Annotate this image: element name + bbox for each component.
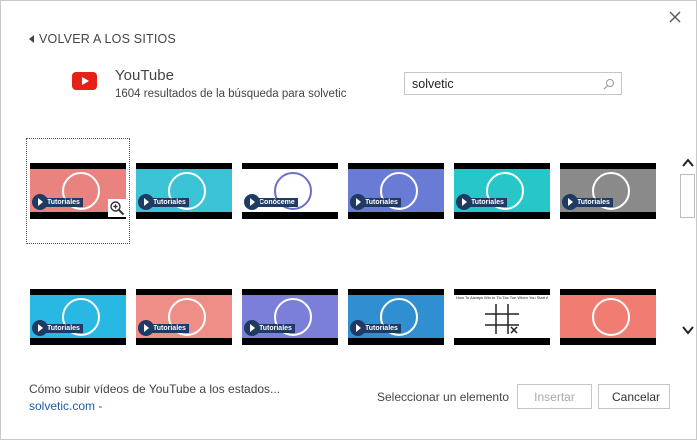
category-badge: Tutoriales: [138, 320, 189, 336]
play-icon: [562, 194, 578, 210]
category-badge: Tutoriales: [562, 194, 613, 210]
video-thumbnail[interactable]: Conóceme: [242, 163, 338, 219]
video-source-link[interactable]: solvetic.com -: [29, 399, 102, 413]
play-icon: [138, 320, 154, 336]
category-badge: Tutoriales: [138, 194, 189, 210]
play-icon: [32, 320, 48, 336]
youtube-icon: [72, 72, 97, 90]
badge-label: Tutoriales: [363, 197, 401, 207]
video-thumbnail[interactable]: [560, 289, 656, 345]
search-input[interactable]: [412, 76, 592, 91]
video-thumbnail[interactable]: Tutoriales: [348, 289, 444, 345]
badge-label: Tutoriales: [469, 197, 507, 207]
cancel-button[interactable]: Cancelar: [598, 384, 670, 409]
search-icon[interactable]: [603, 78, 615, 90]
scrollbar-thumb[interactable]: [680, 174, 695, 218]
badge-label: Tutoriales: [45, 323, 83, 333]
badge-label: Tutoriales: [575, 197, 613, 207]
video-thumbnail[interactable]: Tutoriales: [30, 289, 126, 345]
badge-label: Conóceme: [257, 197, 298, 207]
video-thumbnail[interactable]: Tutoriales: [136, 289, 232, 345]
thumbnail-illustration: [482, 298, 520, 336]
video-thumbnail[interactable]: Tutoriales: [560, 163, 656, 219]
thumbnail-image: [560, 295, 656, 338]
back-to-sites-link[interactable]: VOLVER A LOS SITIOS: [29, 32, 176, 46]
badge-label: Tutoriales: [151, 197, 189, 207]
play-icon: [138, 194, 154, 210]
badge-label: Tutoriales: [151, 323, 189, 333]
chevron-left-icon: [29, 35, 34, 43]
thumbnail-image: How To Always Win In Tic Tac Toe When Yo…: [454, 295, 550, 338]
category-badge: Tutoriales: [244, 320, 295, 336]
zoom-in-icon[interactable]: [108, 199, 126, 217]
results-count: 1604 resultados de la búsqueda para solv…: [115, 88, 347, 100]
play-icon: [350, 320, 366, 336]
video-thumbnail[interactable]: Tutoriales: [242, 289, 338, 345]
back-label: VOLVER A LOS SITIOS: [39, 32, 176, 46]
close-button[interactable]: [665, 7, 685, 27]
scroll-down-icon[interactable]: [681, 323, 695, 337]
play-icon: [350, 194, 366, 210]
category-badge: Tutoriales: [350, 320, 401, 336]
badge-label: Tutoriales: [363, 323, 401, 333]
category-badge: Tutoriales: [32, 320, 83, 336]
video-thumbnail[interactable]: Tutoriales: [136, 163, 232, 219]
badge-label: Tutoriales: [257, 323, 295, 333]
play-icon: [244, 194, 260, 210]
search-field[interactable]: [404, 72, 622, 95]
video-thumbnail[interactable]: How To Always Win In Tic Tac Toe When Yo…: [454, 289, 550, 345]
video-thumbnail[interactable]: Tutoriales: [348, 163, 444, 219]
category-badge: Conóceme: [244, 194, 298, 210]
category-badge: Tutoriales: [456, 194, 507, 210]
provider-title: YouTube: [115, 67, 174, 84]
insert-button[interactable]: Insertar: [517, 384, 592, 409]
play-icon: [244, 320, 260, 336]
selected-video-caption: Cómo subir vídeos de YouTube a los estad…: [29, 382, 281, 396]
close-icon: [669, 11, 681, 23]
category-badge: Tutoriales: [350, 194, 401, 210]
scroll-up-icon[interactable]: [681, 156, 695, 170]
video-thumbnail[interactable]: Tutoriales: [454, 163, 550, 219]
play-icon: [456, 194, 472, 210]
thumbnail-illustration: [592, 298, 630, 336]
selection-frame: [26, 138, 130, 244]
selection-status: Seleccionar un elemento: [377, 390, 510, 404]
online-video-dialog: VOLVER A LOS SITIOS YouTube 1604 resulta…: [0, 0, 697, 440]
